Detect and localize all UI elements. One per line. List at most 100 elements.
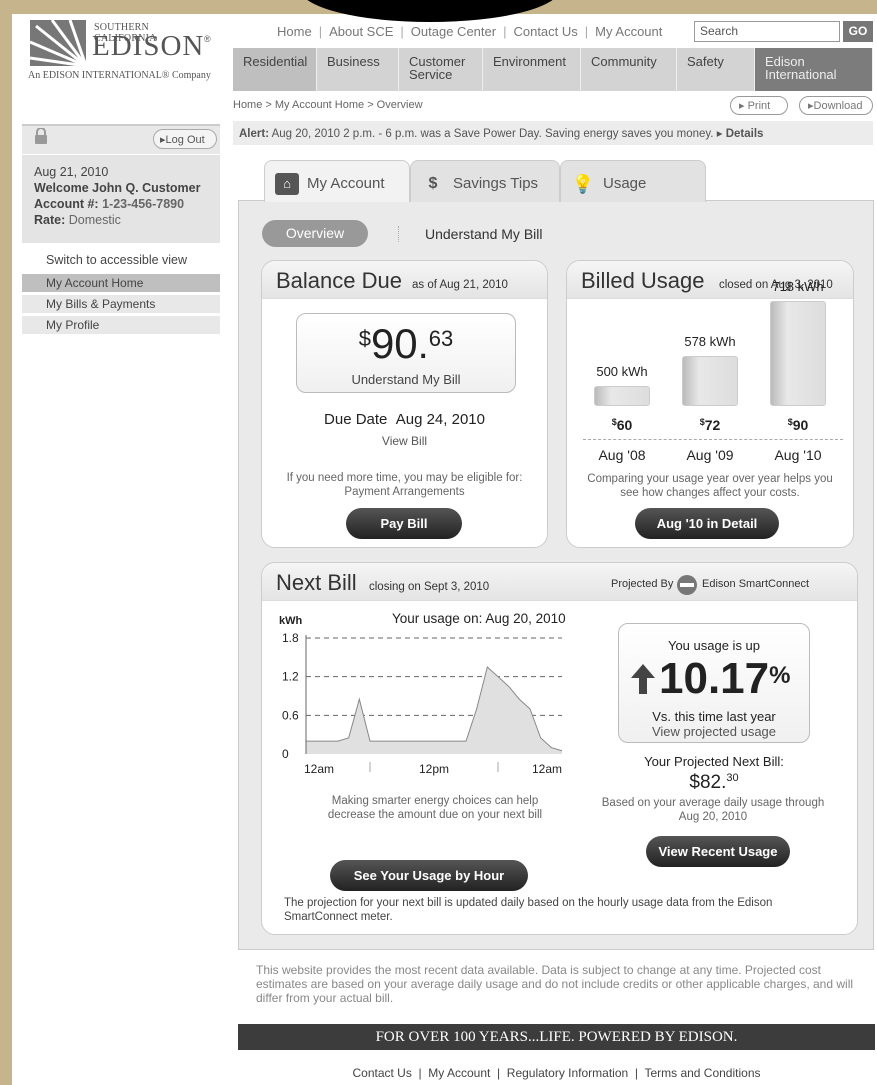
subtab-understand-bill[interactable]: Understand My Bill [425,226,543,242]
main-tabs: ⌂ My Account $ Savings Tips 💡 Usage [238,160,874,202]
based-on-text: Based on your average daily usage throug… [601,797,825,823]
y-tick-label: 0 [282,747,289,761]
tab-savings-tips[interactable]: $ Savings Tips [410,160,560,202]
nav-customer-service[interactable]: Customer Service [399,48,483,91]
view-projected-link[interactable]: View projected usage [619,724,809,739]
sidebar-item-profile[interactable]: My Profile [22,316,220,334]
x-tick-label: 12am [304,762,334,776]
up-arrow-icon [631,664,655,694]
view-recent-usage-button[interactable]: View Recent Usage [646,836,790,867]
logo-registered: ® [204,34,211,44]
billed-usage-title: Billed Usage [581,268,705,293]
logo-main-text: EDISON [92,30,205,62]
pay-bill-button[interactable]: Pay Bill [346,508,462,539]
due-date-label: Due Date [324,411,388,428]
balance-amount: $90.63 [297,320,515,368]
nav-community[interactable]: Community [581,48,677,91]
projected-bill-label: Your Projected Next Bill: [644,754,784,769]
logout-button[interactable]: ▸Log Out [153,129,217,149]
bar-kwh-label: 578 kWh [684,334,736,349]
sidebar-item-bills-payments[interactable]: My Bills & Payments [22,295,220,313]
print-button[interactable]: ▸ Print [730,96,788,115]
account-number: 1-23-456-7890 [102,197,185,211]
alert-details-link[interactable]: Details [726,128,764,140]
x-tick-label: 12am [532,762,562,776]
lightbulb-icon: 💡 [571,174,595,194]
footer-links: Contact Us | My Account | Regulatory Inf… [352,1066,761,1080]
nav-environment[interactable]: Environment [483,48,581,91]
disclaimer-text: This website provides the most recent da… [256,963,854,1005]
view-bill-link[interactable]: View Bill [262,434,547,448]
download-button[interactable]: ▸Download [799,96,873,115]
due-date-line: Due Date Aug 24, 2010 [262,411,547,428]
payment-arrangements-link[interactable]: Payment Arrangements [272,486,537,498]
understand-bill-link[interactable]: Understand My Bill [297,372,515,387]
logo-subtitle: An EDISON INTERNATIONAL® Company [28,70,211,81]
smarter-text: Making smarter energy choices can help d… [327,795,543,821]
tab-usage[interactable]: 💡 Usage [560,160,706,202]
print-label: Print [747,100,771,112]
smartconnect-icon [677,575,697,595]
bar-kwh-label: 500 kWh [596,364,648,379]
footer-link-regulatory[interactable]: Regulatory Information [507,1066,628,1080]
tagline-banner: FOR OVER 100 YEARS...LIFE. POWERED BY ED… [238,1024,875,1050]
balance-dollars: 90 [370,320,418,367]
footer-link-terms[interactable]: Terms and Conditions [644,1066,760,1080]
projected-by-label: Projected By [611,578,674,590]
account-info: Aug 21, 2010 Welcome John Q. Customer Ac… [22,155,220,243]
play-icon: ▸ [739,100,748,112]
x-tick-label: 12pm [419,762,449,776]
billed-usage-bars: 500 kWh $60 Aug '08 578 kWh $72 Aug '09 718 kW… [567,279,853,471]
subtab-overview[interactable]: Overview [262,220,368,247]
alert-prefix: Alert: [239,128,270,140]
projected-bill-amount: $82.30 [618,772,810,794]
tab-label: Savings Tips [453,174,539,192]
percent-value: 10.17 [659,654,770,703]
tab-my-account[interactable]: ⌂ My Account [264,160,410,202]
usage-up-box: You usage is up 10.17% Vs. this time las… [618,623,810,743]
top-link-account[interactable]: My Account [588,24,669,39]
percent-symbol: % [769,662,791,689]
usage-bar [682,356,738,406]
search-go-button[interactable]: GO [843,21,873,42]
balance-as-of: as of Aug 21, 2010 [412,279,508,291]
aug-10-detail-button[interactable]: Aug '10 in Detail [635,508,779,539]
smartconnect-label: Edison SmartConnect [702,578,809,590]
balance-cents: 63 [428,326,454,351]
usage-up-text: You usage is up [667,638,761,653]
sidebar-item-account-home[interactable]: My Account Home [22,274,220,292]
usage-chart: 1.8 1.2 0.6 0 12am 12pm 12am [282,631,563,776]
bar-period-label: Aug '10 [774,447,822,463]
usage-bar [594,386,650,406]
usage-by-hour-button[interactable]: See Your Usage by Hour [330,860,528,891]
bar-period-label: Aug '09 [686,447,734,463]
sunburst-logo-icon [30,20,86,66]
top-link-outage[interactable]: Outage Center [404,24,503,39]
nav-safety[interactable]: Safety [677,48,755,91]
search-input[interactable]: Search [694,21,840,42]
alert-bar: Alert: Aug 20, 2010 2 p.m. - 6 p.m. was … [233,121,873,145]
balance-title: Balance Due [276,268,402,293]
projected-cents: 30 [726,772,739,784]
nav-residential[interactable]: Residential [233,48,317,91]
billed-usage-card: Billed Usage closed on Aug 3, 2010 500 k… [566,260,854,548]
account-label: Account #: [34,197,99,211]
top-link-about[interactable]: About SCE [322,24,400,39]
nav-business[interactable]: Business [317,48,399,91]
footer-link-account[interactable]: My Account [428,1066,490,1080]
next-bill-title: Next Bill [276,570,357,595]
footer-link-contact[interactable]: Contact Us [352,1066,411,1080]
download-label: Download [813,100,863,112]
top-link-contact[interactable]: Contact Us [506,24,584,39]
divider [583,439,843,440]
alert-text: Aug 20, 2010 2 p.m. - 6 p.m. was a Save … [271,128,714,140]
more-time-text: If you need more time, you may be eligib… [286,472,523,484]
edison-logo[interactable]: SOUTHERN CALIFORNIA EDISON ® An EDISON I… [22,18,212,86]
nav-edison-international[interactable]: Edison International [755,48,873,91]
breadcrumb[interactable]: Home > My Account Home > Overview [233,99,423,111]
play-icon: ▸ [716,128,723,140]
top-link-home[interactable]: Home [270,24,319,39]
next-bill-closing: closing on Sept 3, 2010 [369,581,490,593]
bar-cost-label: $72 [699,417,721,433]
accessible-view-link[interactable]: Switch to accessible view [46,253,187,267]
